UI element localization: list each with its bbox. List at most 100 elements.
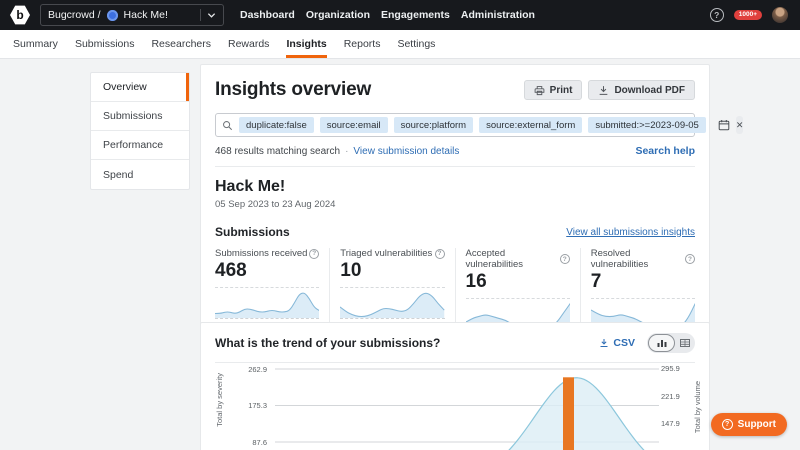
tab-reports[interactable]: Reports — [344, 30, 381, 58]
question-glyph: ? — [725, 421, 730, 428]
metric-value: 16 — [465, 271, 487, 292]
insights-sidebar: Overview Submissions Performance Spend — [90, 72, 190, 190]
info-icon[interactable]: ? — [434, 248, 445, 259]
print-button[interactable]: Print — [523, 80, 583, 100]
topbar: b Bugcrowd / Hack Me! Dashboard Organiza… — [0, 0, 800, 30]
y-axis-tick-left: 175.3 — [248, 401, 267, 410]
y-axis-ticks-left: 262.9 175.3 87.6 — [215, 359, 269, 450]
tab-settings[interactable]: Settings — [397, 30, 435, 58]
sidebar-item-spend[interactable]: Spend — [91, 160, 189, 189]
print-label: Print — [549, 84, 573, 96]
question-glyph: ? — [688, 255, 692, 263]
filter-chip-source-platform[interactable]: source:platform — [393, 117, 474, 133]
bugcrowd-insights-screen: b Bugcrowd / Hack Me! Dashboard Organiza… — [0, 0, 800, 450]
filter-chip-duplicate[interactable]: duplicate:false — [239, 117, 314, 133]
question-glyph: ? — [562, 255, 567, 263]
metric-value: 7 — [590, 271, 602, 292]
metric-resolved-vulnerabilities: Resolved vulnerabilities ? 7 — [579, 248, 695, 330]
nav-administration[interactable]: Administration — [461, 9, 535, 21]
top-nav: Dashboard Organization Engagements Admin… — [240, 9, 535, 21]
y-axis-tick-right: 221.9 — [661, 391, 680, 401]
metric-label: Resolved vulnerabilities — [590, 248, 649, 270]
submissions-heading: Submissions — [215, 225, 290, 239]
filter-chip-source-external-form[interactable]: source:external_form — [479, 117, 583, 133]
notifications-badge[interactable]: 1000+ — [733, 9, 762, 21]
download-pdf-button[interactable]: Download PDF — [588, 80, 695, 100]
table-view-button[interactable] — [680, 339, 690, 347]
metric-accepted-vulnerabilities: Accepted vulnerabilities ? 16 — [454, 248, 580, 330]
sidebar-item-submissions[interactable]: Submissions — [91, 102, 189, 131]
metric-label: Submissions received — [215, 248, 308, 259]
metric-label: Triaged vulnerabilities — [340, 248, 433, 259]
submissions-trend-card: What is the trend of your submissions? C… — [200, 322, 710, 450]
date-range: 05 Sep 2023 to 23 Aug 2024 — [215, 199, 336, 210]
download-icon — [600, 339, 608, 347]
search-bar[interactable]: duplicate:false source:email source:plat… — [215, 113, 744, 137]
logo-glyph: b — [16, 8, 24, 22]
bar-chart-icon — [657, 340, 666, 347]
dot-separator: · — [345, 145, 349, 157]
info-icon[interactable]: ? — [309, 248, 320, 259]
table-icon — [680, 339, 690, 347]
calendar-icon[interactable] — [718, 119, 730, 131]
view-all-submissions-insights-link[interactable]: View all submissions insights — [566, 227, 695, 238]
question-glyph: ? — [312, 250, 317, 257]
info-icon[interactable]: ? — [685, 254, 695, 264]
close-icon: ✕ — [735, 119, 744, 130]
support-label: Support — [737, 419, 776, 430]
filter-chip-submitted-date[interactable]: submitted:>=2023-09-05 — [588, 117, 706, 133]
view-submission-details-link[interactable]: View submission details — [353, 146, 459, 157]
page-title: Insights overview — [215, 79, 372, 100]
question-glyph: ? — [714, 10, 720, 20]
project-name: Hack Me! — [123, 9, 168, 21]
project-avatar — [106, 9, 118, 21]
sidebar-item-performance[interactable]: Performance — [91, 131, 189, 160]
nav-organization[interactable]: Organization — [306, 9, 370, 21]
csv-download-link[interactable]: CSV — [599, 337, 635, 349]
bar-chart-view-button[interactable] — [648, 334, 675, 352]
y-axis-tick-left: 87.6 — [252, 437, 267, 447]
trend-chart: Total by severity 262.9 175.3 87.6 295.9 22… — [215, 359, 702, 450]
tab-summary[interactable]: Summary — [13, 30, 58, 58]
metrics-row: Submissions received ? 468 Triaged vulne… — [215, 248, 695, 330]
org-name: Bugcrowd / — [48, 9, 101, 21]
metric-triaged-vulnerabilities: Triaged vulnerabilities ? 10 — [329, 248, 454, 330]
nav-engagements[interactable]: Engagements — [381, 9, 450, 21]
y-axis-tick-left: 262.9 — [248, 364, 267, 374]
metric-value: 10 — [340, 260, 362, 281]
sparkline-chart — [215, 292, 320, 318]
tab-rewards[interactable]: Rewards — [228, 30, 269, 58]
y-axis-label-right: Total by volume — [693, 381, 702, 434]
clear-search-button[interactable]: ✕ — [735, 116, 744, 134]
org-switcher[interactable]: Bugcrowd / Hack Me! — [40, 4, 224, 26]
trend-question: What is the trend of your submissions? — [215, 336, 441, 350]
info-icon[interactable]: ? — [559, 254, 570, 264]
csv-label: CSV — [613, 337, 635, 349]
program-nav: Summary Submissions Researchers Rewards … — [0, 30, 800, 59]
sidebar-item-overview[interactable]: Overview — [91, 73, 189, 102]
nav-dashboard[interactable]: Dashboard — [240, 9, 295, 21]
user-avatar[interactable] — [772, 7, 788, 23]
question-icon: ? — [721, 419, 733, 430]
download-pdf-label: Download PDF — [614, 84, 685, 96]
insights-overview-card: Insights overview Print Download PDF dup… — [200, 64, 744, 341]
y-axis-tick-right: 295.9 — [661, 364, 680, 374]
support-button[interactable]: ? Support — [710, 413, 787, 436]
filter-chip-source-email[interactable]: source:email — [319, 117, 388, 133]
tab-insights[interactable]: Insights — [286, 30, 327, 58]
trend-plot — [275, 368, 659, 450]
program-name-heading: Hack Me! — [215, 178, 286, 195]
printer-icon — [534, 85, 545, 95]
metric-label: Accepted vulnerabilities — [465, 248, 524, 270]
divider — [200, 9, 201, 21]
bugcrowd-logo[interactable]: b — [10, 5, 30, 25]
download-icon — [600, 85, 608, 95]
sparkline-chart — [340, 292, 445, 318]
search-icon — [222, 120, 233, 131]
search-help-link[interactable]: Search help — [635, 145, 695, 157]
tab-researchers[interactable]: Researchers — [151, 30, 211, 58]
tab-submissions[interactable]: Submissions — [75, 30, 135, 58]
y-axis-tick-right: 147.9 — [661, 419, 680, 429]
content: Overview Submissions Performance Spend I… — [0, 59, 800, 450]
help-icon[interactable]: ? — [709, 8, 724, 22]
